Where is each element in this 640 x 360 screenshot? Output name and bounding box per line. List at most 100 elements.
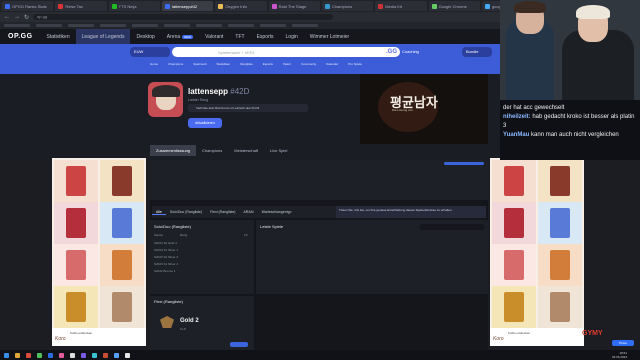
tab-favicon-icon xyxy=(378,3,384,9)
subnav-item[interactable]: Champions xyxy=(168,62,183,66)
nav-item[interactable]: Wimmer Lotmeier xyxy=(304,34,355,40)
prime-button[interactable]: Prime xyxy=(612,340,634,346)
forward-icon[interactable]: → xyxy=(14,14,20,20)
nav-item[interactable]: Esports xyxy=(251,34,280,40)
profile-tab[interactable]: Zusammenfassung xyxy=(150,145,197,156)
bookmark[interactable] xyxy=(4,24,30,27)
bookmark[interactable] xyxy=(292,24,318,27)
bookmark[interactable] xyxy=(100,24,126,27)
back-icon[interactable]: ← xyxy=(4,14,10,20)
nav-item[interactable]: League of Legends xyxy=(75,29,131,44)
update-button[interactable]: aktualisieren xyxy=(188,118,222,128)
product-tile[interactable] xyxy=(100,244,144,288)
product-tile[interactable] xyxy=(54,286,98,330)
product-tile[interactable] xyxy=(538,286,582,330)
subnav-item[interactable]: Home xyxy=(150,62,158,66)
subnav-item[interactable]: Esports xyxy=(263,62,273,66)
taskbar-app-icon[interactable] xyxy=(37,352,42,358)
bookmark[interactable] xyxy=(196,24,222,27)
subnav-item[interactable]: Talent xyxy=(283,62,291,66)
product-tile[interactable] xyxy=(100,286,144,330)
coaching-link[interactable]: Coaching xyxy=(402,47,436,57)
browser-tab[interactable]: OPGG Ranks Stats xyxy=(2,1,54,11)
product-tile[interactable] xyxy=(538,202,582,246)
browser-tab[interactable]: Champions xyxy=(321,1,374,11)
queue-tab[interactable]: Flexi (Rangliste) xyxy=(206,210,239,214)
queue-tab[interactable]: Solo/Duo (Rangliste) xyxy=(166,210,206,214)
bundle-button[interactable]: Bundle xyxy=(462,47,492,57)
ad-brand-logo: Koro xyxy=(493,336,504,342)
search-input[interactable]: Spielername + #KR1 .GG xyxy=(172,47,400,57)
product-tile[interactable] xyxy=(100,202,144,246)
bookmark[interactable] xyxy=(132,24,158,27)
bookmark[interactable] xyxy=(228,24,254,27)
nav-item[interactable]: Arena NEW xyxy=(161,34,199,40)
product-tile[interactable] xyxy=(54,244,98,288)
queue-tab[interactable]: Warteschlangentyp xyxy=(258,210,296,214)
taskbar-app-icon[interactable] xyxy=(48,352,53,358)
taskbar-app-icon[interactable] xyxy=(103,352,108,358)
subnav-item[interactable]: Community xyxy=(301,62,316,66)
product-tile[interactable] xyxy=(538,244,582,288)
browser-tab[interactable]: Oxygen Info xyxy=(215,1,267,11)
product-tile[interactable] xyxy=(492,202,536,246)
bookmark[interactable] xyxy=(68,24,94,27)
browser-tab[interactable]: TTS Ninja xyxy=(108,1,160,11)
queue-tab[interactable]: ARAM xyxy=(239,210,257,214)
taskbar-app-icon[interactable] xyxy=(70,352,75,358)
nav-item[interactable]: Statistiken xyxy=(41,34,76,40)
flex-detail-button[interactable] xyxy=(230,342,248,347)
subnav-item[interactable]: Rangliste xyxy=(240,62,253,66)
product-tile[interactable] xyxy=(492,160,536,204)
nav-item[interactable]: Valorant xyxy=(199,34,229,40)
product-package-icon xyxy=(504,208,524,238)
url-field[interactable]: op.gg xyxy=(33,14,334,20)
subnav-item[interactable]: Statistiken xyxy=(216,62,230,66)
browser-tab[interactable]: Google Chrome xyxy=(428,1,480,11)
browser-tab[interactable]: lattensepp#42 xyxy=(161,1,214,11)
product-tile[interactable] xyxy=(538,160,582,204)
product-tile[interactable] xyxy=(492,244,536,288)
taskbar-app-icon[interactable] xyxy=(26,352,31,358)
profile-tab[interactable]: Meisterschaft xyxy=(228,145,264,156)
region-select[interactable]: EUW xyxy=(130,47,170,57)
site-logo[interactable]: OP.GG xyxy=(0,33,41,40)
nav-item-label: Arena xyxy=(166,33,181,40)
taskbar-app-icon[interactable] xyxy=(15,352,20,358)
product-package-icon xyxy=(66,250,86,280)
nav-item[interactable]: Login xyxy=(280,34,304,40)
side-ad-right[interactable]: KoRo entdecken Koro xyxy=(490,158,584,346)
profile-tab[interactable]: Live Spiel xyxy=(264,145,293,156)
product-tile[interactable] xyxy=(492,286,536,330)
search-submit-button[interactable]: .GG xyxy=(386,49,397,55)
browser-tab[interactable]: Raid The Stage xyxy=(268,1,320,11)
reload-icon[interactable]: ↻ xyxy=(24,14,29,21)
bookmark[interactable] xyxy=(164,24,190,27)
taskbar-app-icon[interactable] xyxy=(81,352,86,358)
product-tile[interactable] xyxy=(54,202,98,246)
taskbar-app-icon[interactable] xyxy=(114,352,119,358)
tab-label: Oxygen Info xyxy=(225,3,247,9)
nav-item[interactable]: TFT xyxy=(229,34,250,40)
profile-tab[interactable]: Champions xyxy=(196,145,228,156)
bookmark[interactable] xyxy=(260,24,286,27)
taskbar-app-icon[interactable] xyxy=(125,352,130,358)
nav-item[interactable]: Desktop xyxy=(130,34,160,40)
subnav-item[interactable]: Spielmodi xyxy=(193,62,206,66)
queue-tab[interactable]: Alle xyxy=(152,210,166,215)
riot-connect-notice[interactable]: Verbinde dein Riot-Konto um einfach dein… xyxy=(188,104,308,112)
product-tile[interactable] xyxy=(100,160,144,204)
subnav-item[interactable]: Kalender xyxy=(326,62,338,66)
taskbar-app-icon[interactable] xyxy=(59,352,64,358)
browser-tab[interactable]: Media Kit xyxy=(375,1,427,11)
side-ad-left[interactable]: KoRo entdecken Koro xyxy=(52,158,146,346)
recent-search-input[interactable] xyxy=(420,224,484,230)
taskbar xyxy=(0,350,640,360)
flex-tier: Gold 2 xyxy=(180,318,199,324)
taskbar-app-icon[interactable] xyxy=(4,352,9,358)
bookmark[interactable] xyxy=(36,24,62,27)
product-tile[interactable] xyxy=(54,160,98,204)
taskbar-app-icon[interactable] xyxy=(92,352,97,358)
subnav-item[interactable]: Pro Spiele xyxy=(348,62,362,66)
browser-tab[interactable]: Reise Tac xyxy=(55,1,107,11)
